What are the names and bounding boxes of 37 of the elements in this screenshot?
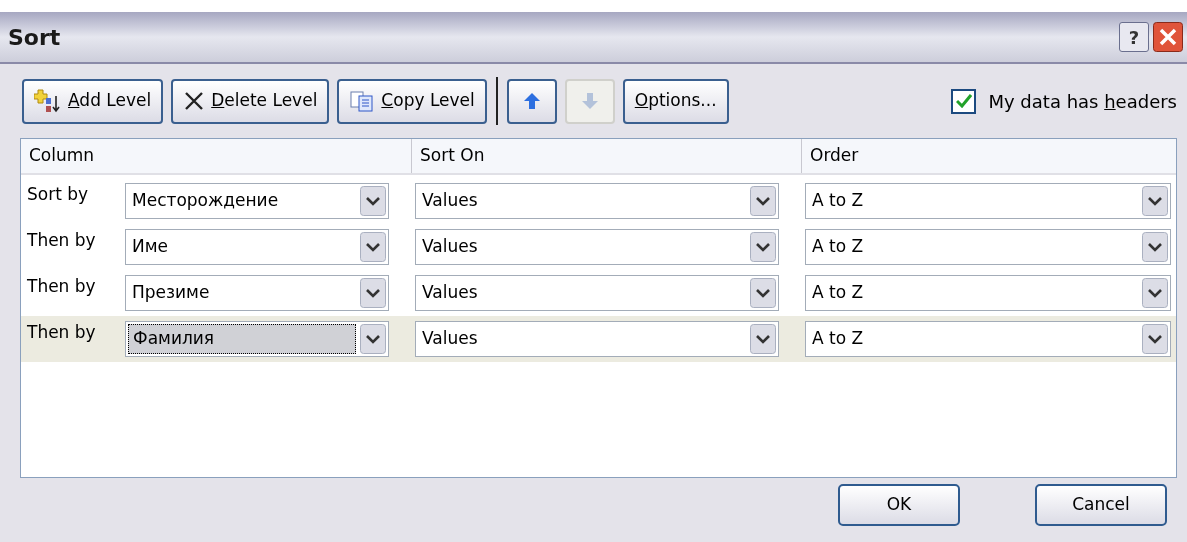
- window-title: Sort: [8, 23, 62, 52]
- column-dropdown[interactable]: Презиме: [125, 275, 389, 311]
- options-button[interactable]: Options...: [622, 78, 729, 124]
- column-dropdown[interactable]: Име: [125, 229, 389, 265]
- column-dropdown[interactable]: Месторождение: [125, 183, 389, 219]
- column-header: Order: [801, 139, 1176, 173]
- copy-icon: [349, 90, 376, 112]
- sort-on-dropdown[interactable]: Values: [415, 275, 779, 311]
- sort-on-dropdown[interactable]: Values: [415, 321, 779, 357]
- add-sort-icon: [34, 88, 62, 114]
- order-dropdown[interactable]: A to Z: [805, 183, 1171, 219]
- sort-on-dropdown[interactable]: Values: [415, 229, 779, 265]
- down-arrow-icon: [580, 92, 599, 110]
- row-label: Then by: [26, 275, 97, 298]
- order-dropdown[interactable]: A to Z: [805, 275, 1171, 311]
- checkmark-icon: [955, 94, 972, 108]
- row-label: Then by: [26, 229, 97, 252]
- row-label: Then by: [26, 321, 97, 344]
- ok-button[interactable]: OK: [838, 484, 960, 526]
- delete-button[interactable]: Delete Level: [171, 78, 330, 124]
- headers-checkbox[interactable]: My data has headers: [951, 87, 1177, 115]
- order-dropdown[interactable]: A to Z: [805, 321, 1171, 357]
- order-dropdown[interactable]: A to Z: [805, 229, 1171, 265]
- add-button[interactable]: Add Level: [22, 78, 164, 124]
- sort-on-dropdown[interactable]: Values: [415, 183, 779, 219]
- sort-level-row[interactable]: Then by Фамилия Values A to Z: [21, 316, 1176, 362]
- move-up-button[interactable]: [506, 78, 557, 124]
- help-button[interactable]: ?: [1119, 22, 1149, 52]
- column-header: Sort On: [411, 139, 801, 173]
- cancel-button[interactable]: Cancel: [1035, 484, 1167, 526]
- up-arrow-icon: [522, 92, 541, 110]
- row-label: Sort by: [26, 183, 90, 206]
- column-dropdown[interactable]: Фамилия: [125, 321, 389, 357]
- column-header: Column: [28, 144, 96, 168]
- close-icon[interactable]: [1153, 22, 1183, 52]
- copy-button[interactable]: Copy Level: [337, 78, 487, 124]
- close-icon: [183, 90, 206, 112]
